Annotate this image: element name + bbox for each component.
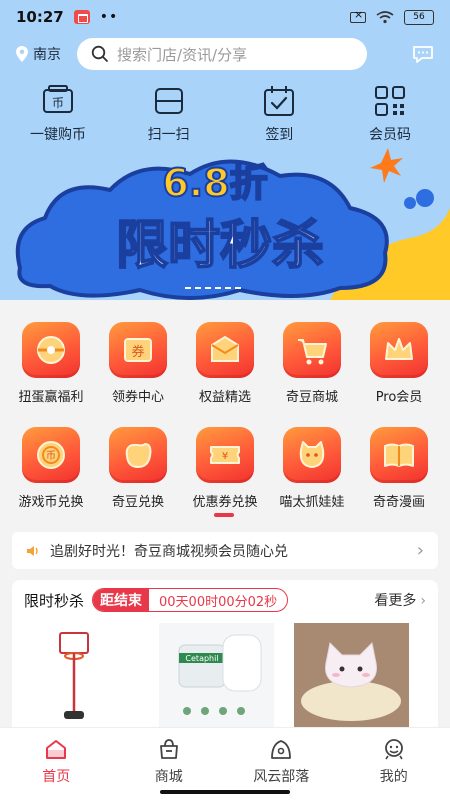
grid-item-benefits[interactable]: 权益精选 [182,322,268,405]
svg-text:币: 币 [46,450,56,462]
chevron-right-icon: › [416,540,424,561]
quick-action-member-code[interactable]: 会员码 [346,84,434,144]
grid-item-game-coin[interactable]: 币 游戏币兑换 [8,427,94,510]
grid-item-label: 奇豆商城 [285,390,338,405]
grid-item-label: Pro会员 [375,390,423,405]
nav-item-mine[interactable]: 我的 [349,738,439,800]
see-more-link[interactable]: 看更多 › [374,590,426,610]
nav-label: 首页 [42,769,71,785]
grid-item-bean-mall[interactable]: 奇豆商城 [269,322,355,405]
grid-item-bean-exchange[interactable]: 奇豆兑换 [95,427,181,510]
countdown-label: 距结束 [93,589,150,611]
coin-card-icon: 币 [43,85,73,113]
tribe-icon [271,740,292,759]
scan-icon [154,88,183,114]
grid-item-label: 游戏币兑换 [18,495,84,510]
location-label: 南京 [33,47,61,63]
ticket-icon: ¥ [196,427,254,483]
search-icon [91,45,108,62]
nav-label: 风云部落 [253,769,310,785]
grid-item-label: 奇豆兑换 [111,495,164,510]
comic-book-icon [370,427,428,483]
search-row: 南京 搜索门店/资讯/分享 [0,38,450,70]
search-placeholder: 搜索门店/资讯/分享 [117,45,248,64]
notice-bar[interactable]: 追剧好时光！奇豆商城视频会员随心兑 › [12,532,438,569]
crown-icon [370,322,428,378]
banner-discount: 6.8折 [162,161,267,205]
grid-item-coupon-exchange[interactable]: ¥ 优惠券兑换 [182,427,268,510]
home-indicator [160,790,290,794]
quick-action-checkin[interactable]: 签到 [235,84,323,144]
cat-doll-icon [283,427,341,483]
qr-code-icon [374,86,405,116]
speaker-icon [27,545,38,556]
grid-item-label: 奇奇漫画 [372,495,425,510]
bean-icon [109,427,167,483]
gift-box-icon [196,322,254,378]
more-notifications-dots: •• [99,9,119,25]
message-icon[interactable] [412,45,434,63]
cetaphil-product-image: Cetaphil [159,623,274,730]
grid-item-gashapon[interactable]: 扭蛋赢福利 [8,322,94,405]
grid-item-label: 扭蛋赢福利 [18,390,84,405]
sim-icon [350,8,366,23]
grid-item-coupon-center[interactable]: 券 领券中心 [95,322,181,405]
game-coin-icon: 币 [22,427,80,483]
basketball-hoop-image [59,632,89,719]
notice-text: 追剧好时光！奇豆商城视频会员随心兑 [50,543,288,560]
quick-action-scan[interactable]: 扫一扫 [125,84,213,144]
grid-item-label: 领券中心 [111,390,164,405]
feature-grid: 扭蛋赢福利 券 领券中心 权益精选 奇豆商城 Pro会员 币 游戏币兑换 奇豆兑… [0,322,450,532]
cat-cushion-image [294,623,409,730]
countdown-value: 00天00时00分02秒 [159,594,278,610]
header-area: 10:27 •• 56 南京 搜索门店/资讯/分享 [0,0,450,300]
nav-label: 商城 [154,769,183,785]
product-card-cat-cushion[interactable] [294,623,409,730]
chevron-right-icon: › [420,593,426,609]
flash-sale-title: 限时秒杀 [24,591,85,610]
calendar-check-icon [264,86,295,116]
product-list: Cetaphil [12,623,438,730]
home-icon [46,740,67,759]
gashapon-icon [22,322,80,378]
countdown: 距结束 00天00时00分02秒 [92,588,289,612]
wifi-icon [376,10,394,23]
page-indicator [214,513,234,517]
see-more-label: 看更多 [374,593,417,609]
nav-item-home[interactable]: 首页 [11,738,101,800]
grid-item-cat-claw[interactable]: 喵太抓娃娃 [269,427,355,510]
nav-label: 我的 [379,769,408,785]
grid-item-label: 喵太抓娃娃 [279,495,345,510]
location-pin-icon [16,46,28,62]
quick-actions: 币 一键购币 扫一扫 签到 会员码 [0,84,450,144]
coupon-icon: 券 [109,322,167,378]
svg-text:¥: ¥ [222,451,228,462]
product-card-basketball-hoop[interactable] [24,623,139,730]
banner-headline: 限时秒杀 [116,216,324,276]
shop-bag-icon [159,739,178,759]
status-time: 10:27 [16,8,64,26]
grid-item-pro-member[interactable]: Pro会员 [356,322,442,405]
product-card-cetaphil[interactable]: Cetaphil [159,623,274,730]
cart-icon [283,322,341,378]
location-selector[interactable]: 南京 [16,44,61,64]
grid-item-comics[interactable]: 奇奇漫画 [356,427,442,510]
product-brand-label: Cetaphil [185,654,218,663]
svg-text:券: 券 [131,344,144,360]
grid-item-label: 优惠券兑换 [192,495,258,510]
battery-icon: 56 [404,9,434,25]
app-notification-icon [73,10,90,24]
grid-item-label: 权益精选 [198,390,251,405]
search-input[interactable]: 搜索门店/资讯/分享 [77,38,367,70]
flash-sale-banner[interactable]: 6.8折 限时秒杀 [0,138,450,300]
quick-action-buy-coins[interactable]: 币 一键购币 [14,84,102,144]
profile-face-icon [384,739,403,760]
svg-text:币: 币 [52,96,64,110]
flash-sale-section: 限时秒杀 距结束 00天00时00分02秒 看更多 › Cetaphil [12,580,438,730]
status-bar: 10:27 •• 56 [0,0,450,34]
